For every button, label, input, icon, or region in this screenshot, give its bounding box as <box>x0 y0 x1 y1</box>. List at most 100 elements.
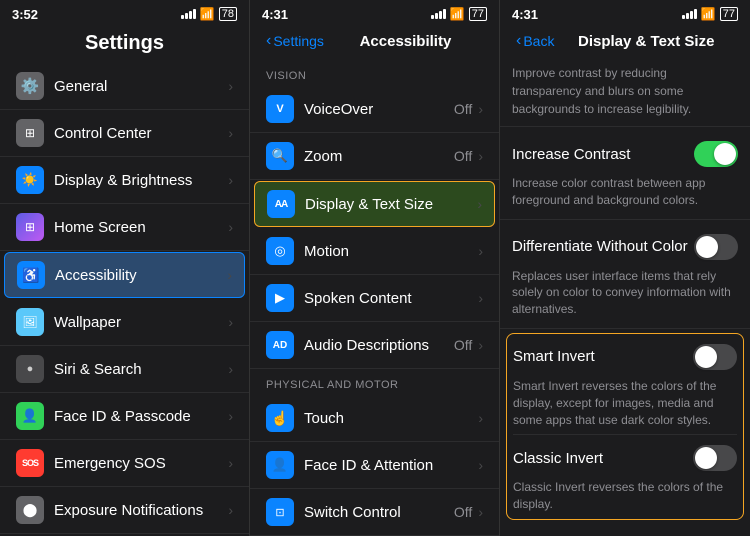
settings-item-display[interactable]: ☀️ Display & Brightness › <box>0 157 249 204</box>
time-1: 3:52 <box>12 7 38 22</box>
settings-header: Settings <box>0 28 249 63</box>
acc-item-spoken[interactable]: ▶ Spoken Content › <box>250 275 499 322</box>
settings-item-accessibility[interactable]: ♿ Accessibility › <box>4 252 245 298</box>
increase-contrast-toggle[interactable] <box>694 141 738 167</box>
classic-invert-row: Classic Invert <box>513 437 737 479</box>
battery-icon-2: 77 <box>469 7 487 21</box>
toggle-thumb <box>714 143 736 165</box>
status-bar-2: 4:31 📶 77 <box>250 0 499 28</box>
accessibility-label: Accessibility <box>55 267 227 284</box>
back-label-3: Back <box>523 33 554 49</box>
spoken-label: Spoken Content <box>304 290 478 307</box>
vision-section-label: VISION <box>250 60 499 86</box>
settings-item-exposure[interactable]: ⬤ Exposure Notifications › <box>0 487 249 534</box>
settings-item-siri[interactable]: ● Siri & Search › <box>0 346 249 393</box>
toggle-thumb-4 <box>695 447 717 469</box>
accessibility-title: Accessibility <box>328 33 483 50</box>
classic-invert-desc: Classic Invert reverses the colors of th… <box>513 479 737 517</box>
battery-icon: 78 <box>219 7 237 21</box>
display-intro-text: Improve contrast by reducing transparenc… <box>512 66 691 116</box>
panel-accessibility: 4:31 📶 77 ‹ Settings Accessibility VISIO… <box>250 0 500 536</box>
acc-item-display-text[interactable]: AA Display & Text Size › <box>254 181 495 227</box>
wallpaper-icon: 🖼 <box>16 308 44 336</box>
back-button-2[interactable]: ‹ Settings <box>266 32 324 50</box>
accessibility-nav: ‹ Settings Accessibility <box>266 32 483 52</box>
display-text-header: ‹ Back Display & Text Size <box>500 28 750 60</box>
accessibility-icon: ♿ <box>17 261 45 289</box>
toggle-thumb-3 <box>695 346 717 368</box>
acc-item-voiceover[interactable]: V VoiceOver Off › <box>250 86 499 133</box>
acc-item-zoom[interactable]: 🔍 Zoom Off › <box>250 133 499 180</box>
wallpaper-label: Wallpaper <box>54 314 228 331</box>
time-3: 4:31 <box>512 7 538 22</box>
acc-item-switch[interactable]: ⊡ Switch Control Off › <box>250 489 499 536</box>
settings-list[interactable]: ⚙️ General › ⊞ Control Center › ☀️ Displ… <box>0 63 249 536</box>
accessibility-header: ‹ Settings Accessibility <box>250 28 499 60</box>
exposure-label: Exposure Notifications <box>54 502 228 519</box>
wifi-icon-2: 📶 <box>450 7 465 21</box>
settings-item-wallpaper[interactable]: 🖼 Wallpaper › <box>0 299 249 346</box>
back-chevron-3: ‹ <box>516 32 521 50</box>
settings-item-control-center[interactable]: ⊞ Control Center › <box>0 110 249 157</box>
invert-section-highlighted: Smart Invert Smart Invert reverses the c… <box>506 333 744 520</box>
acc-item-motion[interactable]: ◎ Motion › <box>250 228 499 275</box>
voiceover-icon: V <box>266 95 294 123</box>
control-center-icon: ⊞ <box>16 119 44 147</box>
signal-icon-2 <box>431 9 446 19</box>
home-icon: ⊞ <box>16 213 44 241</box>
home-label: Home Screen <box>54 219 228 236</box>
touch-icon: ☝ <box>266 404 294 432</box>
smart-invert-desc: Smart Invert reverses the colors of the … <box>513 378 737 432</box>
settings-item-general[interactable]: ⚙️ General › <box>0 63 249 110</box>
motion-label: Motion <box>304 243 478 260</box>
diff-color-desc: Replaces user interface items that rely … <box>512 268 738 322</box>
color-filters-row[interactable]: Color Filters Off › <box>512 530 738 536</box>
section-increase-contrast: Increase Contrast Increase color contras… <box>500 127 750 220</box>
increase-contrast-row: Increase Contrast <box>512 133 738 175</box>
switch-label: Switch Control <box>304 504 454 521</box>
sos-label: Emergency SOS <box>54 455 228 472</box>
display-text-label: Display & Text Size <box>305 196 477 213</box>
back-chevron-2: ‹ <box>266 32 271 50</box>
diff-color-toggle[interactable] <box>694 234 738 260</box>
siri-icon: ● <box>16 355 44 383</box>
classic-invert-toggle[interactable] <box>693 445 737 471</box>
invert-divider <box>513 434 737 435</box>
general-icon: ⚙️ <box>16 72 44 100</box>
back-button-3[interactable]: ‹ Back <box>516 32 554 50</box>
accessibility-list[interactable]: VISION V VoiceOver Off › 🔍 Zoom Off › AA… <box>250 60 499 536</box>
switch-icon: ⊡ <box>266 498 294 526</box>
settings-item-home[interactable]: ⊞ Home Screen › <box>0 204 249 251</box>
display-label: Display & Brightness <box>54 172 228 189</box>
display-icon: ☀️ <box>16 166 44 194</box>
time-2: 4:31 <box>262 7 288 22</box>
back-label-2: Settings <box>273 33 324 49</box>
sos-icon: SOS <box>16 449 44 477</box>
classic-invert-label: Classic Invert <box>513 450 603 467</box>
wifi-icon-3: 📶 <box>701 7 716 21</box>
diff-color-label: Differentiate Without Color <box>512 238 688 255</box>
display-text-icon: AA <box>267 190 295 218</box>
section-color-filters: Color Filters Off › Color filters can be… <box>500 524 750 536</box>
increase-contrast-label: Increase Contrast <box>512 146 630 163</box>
voiceover-label: VoiceOver <box>304 101 454 118</box>
faceid-attn-icon: 👤 <box>266 451 294 479</box>
physical-section-label: PHYSICAL AND MOTOR <box>250 369 499 395</box>
settings-item-faceid[interactable]: 👤 Face ID & Passcode › <box>0 393 249 440</box>
faceid-icon: 👤 <box>16 402 44 430</box>
display-text-list: Improve contrast by reducing transparenc… <box>500 60 750 536</box>
acc-item-touch[interactable]: ☝ Touch › <box>250 395 499 442</box>
acc-item-faceid-attn[interactable]: 👤 Face ID & Attention › <box>250 442 499 489</box>
faceid-label: Face ID & Passcode <box>54 408 228 425</box>
audio-desc-label: Audio Descriptions <box>304 337 454 354</box>
display-intro: Improve contrast by reducing transparenc… <box>500 60 750 127</box>
settings-item-sos[interactable]: SOS Emergency SOS › <box>0 440 249 487</box>
status-icons-3: 📶 77 <box>682 7 738 21</box>
smart-invert-toggle[interactable] <box>693 344 737 370</box>
acc-item-audio-desc[interactable]: AD Audio Descriptions Off › <box>250 322 499 369</box>
smart-invert-label: Smart Invert <box>513 348 595 365</box>
panel-settings: 3:52 📶 78 Settings ⚙️ General › ⊞ Contro… <box>0 0 250 536</box>
toggle-thumb-2 <box>696 236 718 258</box>
diff-color-row: Differentiate Without Color <box>512 226 738 268</box>
status-bar-3: 4:31 📶 77 <box>500 0 750 28</box>
